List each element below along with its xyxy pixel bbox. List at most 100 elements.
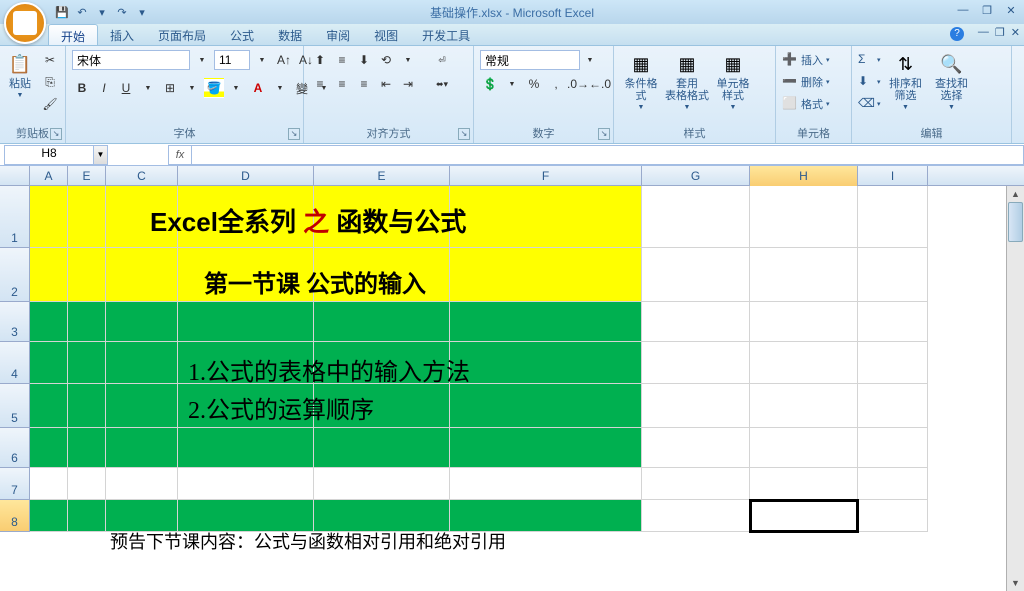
font-size-select[interactable] [214, 50, 250, 70]
cell[interactable] [30, 186, 68, 248]
vertical-scrollbar[interactable]: ▲ ▼ [1006, 186, 1024, 591]
cell[interactable] [106, 468, 178, 500]
save-icon[interactable]: 💾 [54, 4, 70, 20]
tab-formulas[interactable]: 公式 [218, 24, 266, 45]
col-header-C[interactable]: C [106, 166, 178, 186]
cell[interactable] [450, 248, 642, 302]
cell[interactable] [858, 342, 928, 384]
currency-button[interactable]: 💲 [480, 74, 500, 94]
paste-button[interactable]: 📋 粘贴 ▼ [6, 50, 34, 101]
table-format-button[interactable]: ▦ 套用 表格格式 ▼ [666, 50, 708, 113]
col-header-G[interactable]: G [642, 166, 750, 186]
sort-filter-button[interactable]: ⇅ 排序和 筛选 ▼ [885, 50, 927, 113]
col-header-F[interactable]: F [450, 166, 642, 186]
cell[interactable] [106, 248, 178, 302]
cell[interactable] [68, 342, 106, 384]
col-header-A[interactable]: A [30, 166, 68, 186]
cell[interactable] [178, 468, 314, 500]
cell[interactable] [68, 468, 106, 500]
border-dropdown[interactable]: ▼ [182, 78, 202, 98]
cell[interactable] [178, 302, 314, 342]
cell[interactable] [68, 428, 106, 468]
orientation-button[interactable]: ⟲ [376, 50, 396, 70]
bold-button[interactable]: B [72, 78, 92, 98]
cell[interactable] [858, 428, 928, 468]
cell[interactable] [106, 342, 178, 384]
undo-icon[interactable]: ↶ [74, 4, 90, 20]
help-icon[interactable]: ? [950, 27, 964, 41]
fill-color-button[interactable]: 🪣 [204, 78, 224, 98]
tab-developer[interactable]: 开发工具 [410, 24, 482, 45]
cell[interactable] [642, 248, 750, 302]
minimize-button[interactable]: — [954, 4, 972, 20]
redo-icon[interactable]: ↷ [114, 4, 130, 20]
currency-dropdown[interactable]: ▼ [502, 74, 522, 94]
row-header-2[interactable]: 2 [0, 248, 30, 302]
cell[interactable] [450, 186, 642, 248]
col-header-H[interactable]: H [750, 166, 858, 186]
cell[interactable] [750, 248, 858, 302]
row-header-4[interactable]: 4 [0, 342, 30, 384]
fontcolor-dropdown[interactable]: ▼ [270, 78, 290, 98]
qat-dropdown-icon[interactable]: ▾ [94, 4, 110, 20]
cell-styles-button[interactable]: ▦ 单元格 样式 ▼ [712, 50, 754, 113]
number-launcher[interactable]: ↘ [598, 128, 610, 140]
cell[interactable] [750, 342, 858, 384]
insert-cells-button[interactable]: ➕插入▾ [782, 50, 830, 70]
cell[interactable] [858, 468, 928, 500]
cell[interactable] [642, 468, 750, 500]
align-bottom-button[interactable]: ⬇ [354, 50, 374, 70]
cell[interactable] [642, 342, 750, 384]
maximize-button[interactable]: ❐ [978, 4, 996, 20]
tab-home[interactable]: 开始 [48, 24, 98, 45]
name-box-dropdown[interactable]: ▼ [94, 145, 108, 165]
cell[interactable] [106, 302, 178, 342]
tab-page-layout[interactable]: 页面布局 [146, 24, 218, 45]
cell[interactable] [314, 468, 450, 500]
percent-button[interactable]: % [524, 74, 544, 94]
scroll-down-icon[interactable]: ▼ [1007, 575, 1024, 591]
find-select-button[interactable]: 🔍 查找和 选择 ▼ [931, 50, 973, 113]
cell[interactable] [178, 428, 314, 468]
clear-button[interactable]: ⌫▾ [858, 94, 881, 114]
delete-cells-button[interactable]: ➖删除▾ [782, 72, 830, 92]
cell[interactable] [642, 302, 750, 342]
indent-decrease-button[interactable]: ⇤ [376, 74, 396, 94]
cell[interactable] [106, 384, 178, 428]
cell[interactable] [450, 302, 642, 342]
office-button[interactable] [4, 2, 46, 44]
conditional-format-button[interactable]: ▦ 条件格式 ▼ [620, 50, 662, 113]
cell[interactable] [30, 428, 68, 468]
row-header-6[interactable]: 6 [0, 428, 30, 468]
increase-decimal-button[interactable]: .0→ [568, 74, 588, 94]
close-button[interactable]: ✕ [1002, 4, 1020, 20]
ribbon-minimize-icon[interactable]: — [978, 26, 989, 39]
underline-dropdown[interactable]: ▼ [138, 78, 158, 98]
cell[interactable] [68, 248, 106, 302]
align-center-button[interactable]: ≡ [332, 74, 352, 94]
cell[interactable] [750, 302, 858, 342]
formula-bar[interactable] [192, 145, 1024, 165]
number-format-select[interactable] [480, 50, 580, 70]
col-header-D[interactable]: D [178, 166, 314, 186]
clipboard-launcher[interactable]: ↘ [50, 128, 62, 140]
fill-dropdown[interactable]: ▼ [226, 78, 246, 98]
orient-dropdown[interactable]: ▼ [398, 50, 418, 70]
cell[interactable] [858, 500, 928, 532]
col-header-E[interactable]: E [68, 166, 106, 186]
format-painter-button[interactable]: 🖌 [40, 94, 60, 114]
cell[interactable] [314, 428, 450, 468]
cell[interactable] [30, 500, 68, 532]
copy-button[interactable]: ⎘ [40, 72, 60, 92]
cell[interactable] [68, 302, 106, 342]
tab-view[interactable]: 视图 [362, 24, 410, 45]
cell[interactable] [858, 384, 928, 428]
row-header-8[interactable]: 8 [0, 500, 30, 532]
numfmt-dropdown[interactable]: ▼ [580, 50, 600, 70]
decrease-decimal-button[interactable]: ←.0 [590, 74, 610, 94]
row-header-1[interactable]: 1 [0, 186, 30, 248]
cell[interactable] [750, 384, 858, 428]
cell[interactable] [30, 342, 68, 384]
indent-increase-button[interactable]: ⇥ [398, 74, 418, 94]
cell[interactable] [642, 384, 750, 428]
